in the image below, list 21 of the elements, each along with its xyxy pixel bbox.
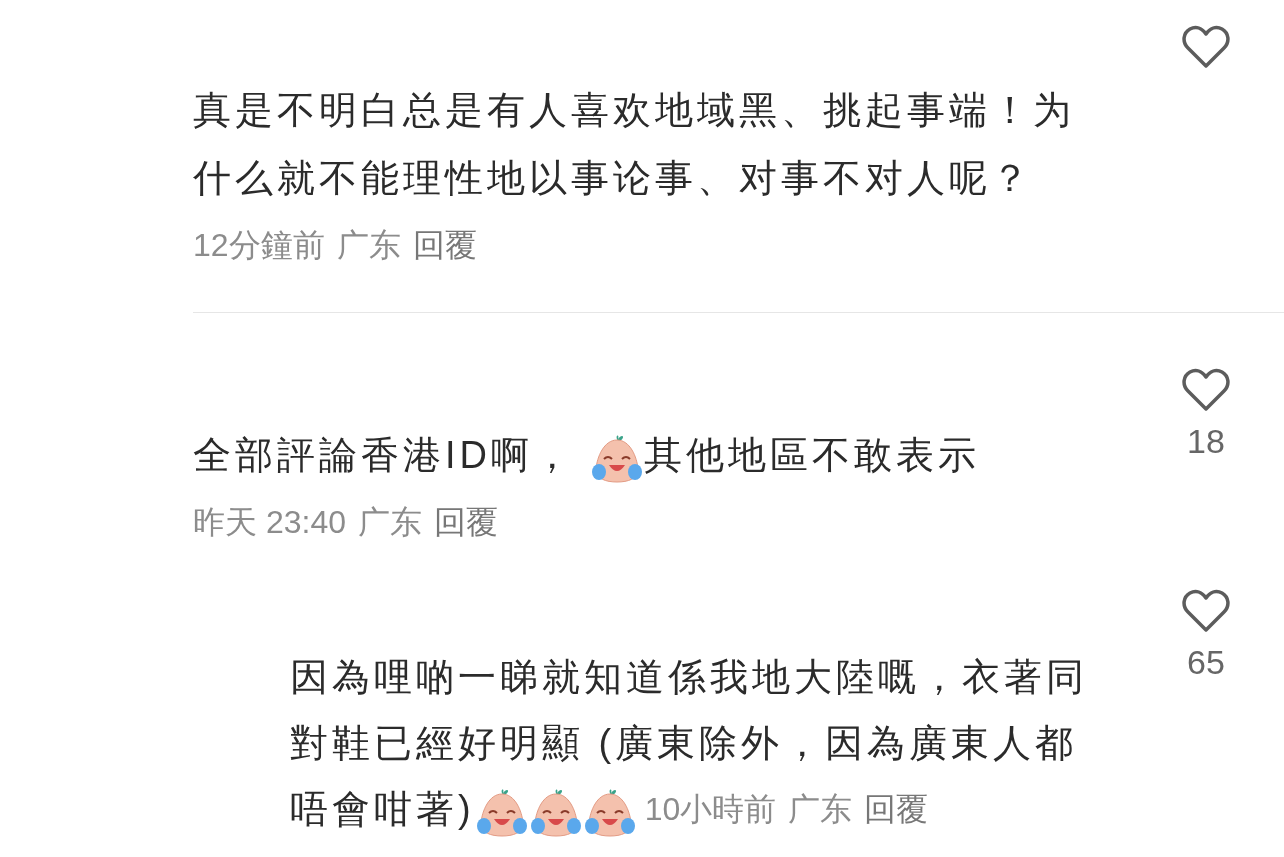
comment-text: 唔會咁著) [290, 787, 475, 832]
heart-icon[interactable] [1182, 589, 1230, 633]
timestamp: 昨天 23:40 [193, 504, 346, 540]
comment-text: 其他地區不敢表示 [643, 433, 980, 478]
reply-link[interactable]: 回覆 [433, 497, 498, 547]
like-count: 18 [1186, 421, 1226, 462]
comment-text: 什么就不能理性地以事论事、对事不对人呢？ [193, 156, 1033, 201]
comment-text: 全部評論香港ID啊， [193, 433, 576, 478]
reply-link[interactable]: 回覆 [412, 220, 477, 270]
location-label: 广东 [788, 791, 853, 827]
comment-text: 因為哩啲一睇就知道係我地大陸嘅，衣著同 [290, 655, 1088, 700]
like-count: 65 [1186, 642, 1226, 683]
comment-text: 對鞋已經好明顯 (廣東除外，因為廣東人都 [290, 721, 1078, 766]
reply-link[interactable]: 回覆 [864, 776, 929, 842]
comment-text: 真是不明白总是有人喜欢地域黑、挑起事端！为 [193, 88, 1075, 133]
timestamp: 12分鐘前 [193, 227, 325, 263]
heart-icon[interactable] [1182, 368, 1230, 412]
location-label: 广东 [336, 227, 401, 263]
location-label: 广东 [357, 504, 422, 540]
heart-icon[interactable] [1182, 25, 1230, 69]
timestamp: 10小時前 [644, 791, 777, 827]
